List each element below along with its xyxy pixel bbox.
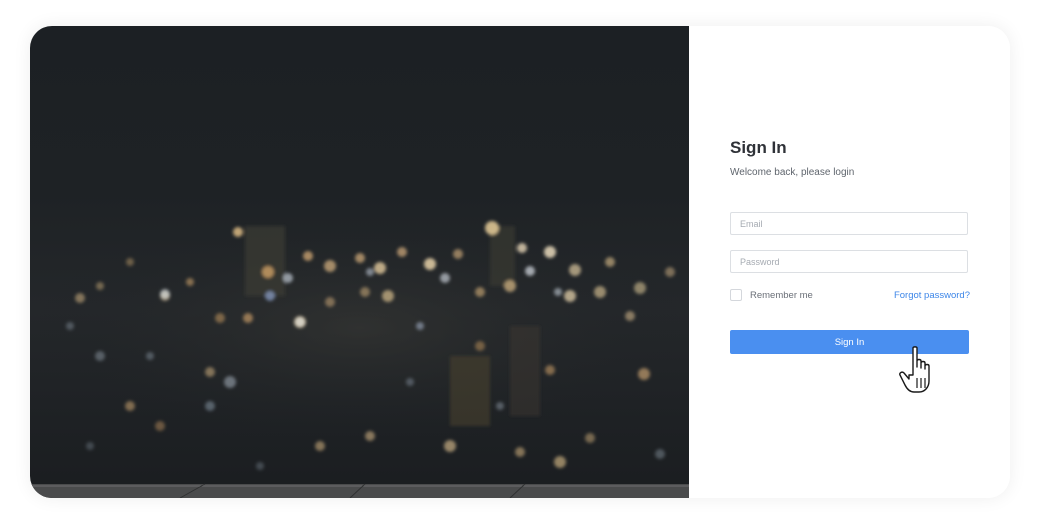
remember-me-checkbox[interactable] bbox=[730, 289, 742, 301]
night-city-bokeh-image bbox=[30, 26, 689, 498]
password-field[interactable] bbox=[730, 250, 968, 273]
forgot-password-link[interactable]: Forgot password? bbox=[894, 290, 970, 301]
hand-pointer-icon bbox=[899, 346, 930, 393]
remember-me-option[interactable]: Remember me bbox=[730, 289, 813, 301]
email-field[interactable] bbox=[730, 212, 968, 235]
page-subtitle: Welcome back, please login bbox=[730, 167, 855, 178]
bokeh-lights bbox=[30, 196, 689, 498]
login-card: Sign In Welcome back, please login Remem… bbox=[30, 26, 1010, 498]
remember-me-label: Remember me bbox=[750, 289, 813, 301]
page-title: Sign In bbox=[730, 138, 787, 157]
sign-in-panel: Sign In Welcome back, please login Remem… bbox=[689, 26, 1010, 498]
